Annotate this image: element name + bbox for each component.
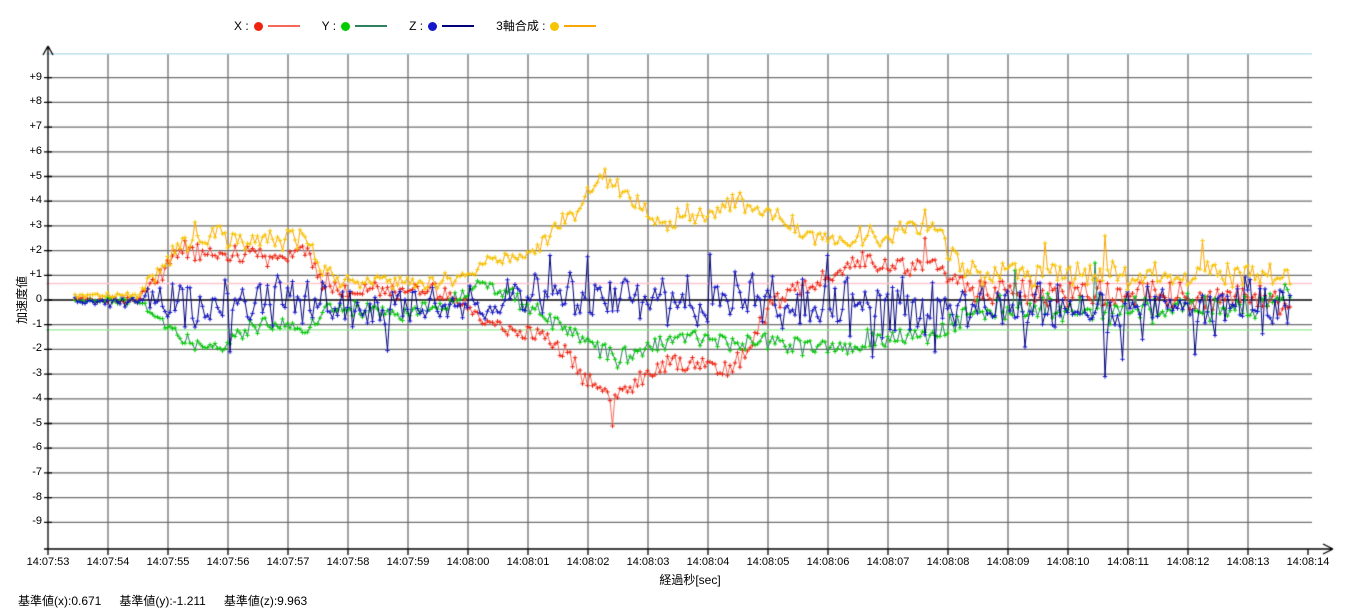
x-axis-tick-label: 14:08:03	[616, 556, 680, 569]
x-axis-title: 経過秒[sec]	[590, 571, 790, 588]
x-axis-tick-label: 14:08:00	[436, 556, 500, 569]
legend-label-composite: 3軸合成 :	[496, 19, 545, 33]
x-axis-tick-label: 14:08:11	[1096, 556, 1160, 569]
x-axis-tick-label: 14:07:57	[256, 556, 320, 569]
y-axis-tick-label: +9	[12, 71, 42, 84]
reference-values-bar: 基準値(x):0.671 基準値(y):-1.211 基準値(z):9.963	[18, 592, 307, 609]
legend-item-y: Y :	[322, 19, 387, 33]
x-axis-tick-label: 14:08:12	[1156, 556, 1220, 569]
legend-marker-x-icon	[254, 22, 263, 31]
x-axis-tick-label: 14:08:06	[796, 556, 860, 569]
legend-line-y-swatch	[355, 25, 387, 27]
legend-item-composite: 3軸合成 :	[496, 19, 596, 33]
y-axis-tick-label: +1	[12, 268, 42, 281]
legend-item-z: Z :	[409, 19, 474, 33]
x-axis-tick-label: 14:07:54	[76, 556, 140, 569]
legend-label-y: Y :	[322, 19, 336, 33]
x-axis-tick-label: 14:08:08	[916, 556, 980, 569]
x-axis-tick-label: 14:07:56	[196, 556, 260, 569]
legend-label-x: X :	[234, 19, 249, 33]
x-axis-tick-label: 14:07:58	[316, 556, 380, 569]
y-axis-tick-label: +6	[12, 145, 42, 158]
x-axis-tick-label: 14:07:53	[16, 556, 80, 569]
x-axis-tick-label: 14:08:01	[496, 556, 560, 569]
y-axis-tick-label: -2	[12, 342, 42, 355]
x-axis-tick-label: 14:08:14	[1276, 556, 1340, 569]
legend-line-composite-swatch	[564, 25, 596, 27]
y-axis-tick-label: -5	[12, 417, 42, 430]
y-axis-tick-label: +8	[12, 95, 42, 108]
reference-value-x: 基準値(x):0.671	[18, 592, 101, 609]
x-axis-tick-label: 14:08:07	[856, 556, 920, 569]
y-axis-tick-label: -4	[12, 392, 42, 405]
x-axis-tick-label: 14:08:04	[676, 556, 740, 569]
x-axis-tick-label: 14:08:02	[556, 556, 620, 569]
legend-line-x-swatch	[268, 25, 300, 27]
y-axis-tick-label: -3	[12, 367, 42, 380]
legend-marker-composite-icon	[550, 22, 559, 31]
chart-plot-canvas	[0, 0, 1350, 610]
y-axis-tick-label: -6	[12, 441, 42, 454]
y-axis-tick-label: +3	[12, 219, 42, 232]
legend-marker-y-icon	[341, 22, 350, 31]
x-axis-tick-label: 14:08:10	[1036, 556, 1100, 569]
legend-label-z: Z :	[409, 19, 423, 33]
x-axis-tick-label: 14:08:09	[976, 556, 1040, 569]
y-axis-tick-label: 0	[12, 293, 42, 306]
legend-line-z-swatch	[442, 25, 474, 27]
y-axis-tick-label: -8	[12, 491, 42, 504]
y-axis-tick-label: -7	[12, 466, 42, 479]
x-axis-tick-label: 14:08:05	[736, 556, 800, 569]
y-axis-tick-label: -9	[12, 515, 42, 528]
x-axis-tick-label: 14:07:55	[136, 556, 200, 569]
legend-marker-z-icon	[428, 22, 437, 31]
y-axis-tick-label: +5	[12, 170, 42, 183]
y-axis-tick-label: +7	[12, 120, 42, 133]
y-axis-tick-label: +2	[12, 244, 42, 257]
reference-value-z: 基準値(z):9.963	[224, 592, 307, 609]
chart-legend: X : Y : Z : 3軸合成 :	[234, 19, 596, 33]
y-axis-tick-label: +4	[12, 194, 42, 207]
x-axis-tick-label: 14:08:13	[1216, 556, 1280, 569]
y-axis-tick-label: -1	[12, 318, 42, 331]
legend-item-x: X :	[234, 19, 300, 33]
reference-value-y: 基準値(y):-1.211	[119, 592, 205, 609]
accelerometer-chart-window: X : Y : Z : 3軸合成 : 加速度値 経過秒[sec] +9+8+7+…	[0, 0, 1350, 610]
x-axis-tick-label: 14:07:59	[376, 556, 440, 569]
